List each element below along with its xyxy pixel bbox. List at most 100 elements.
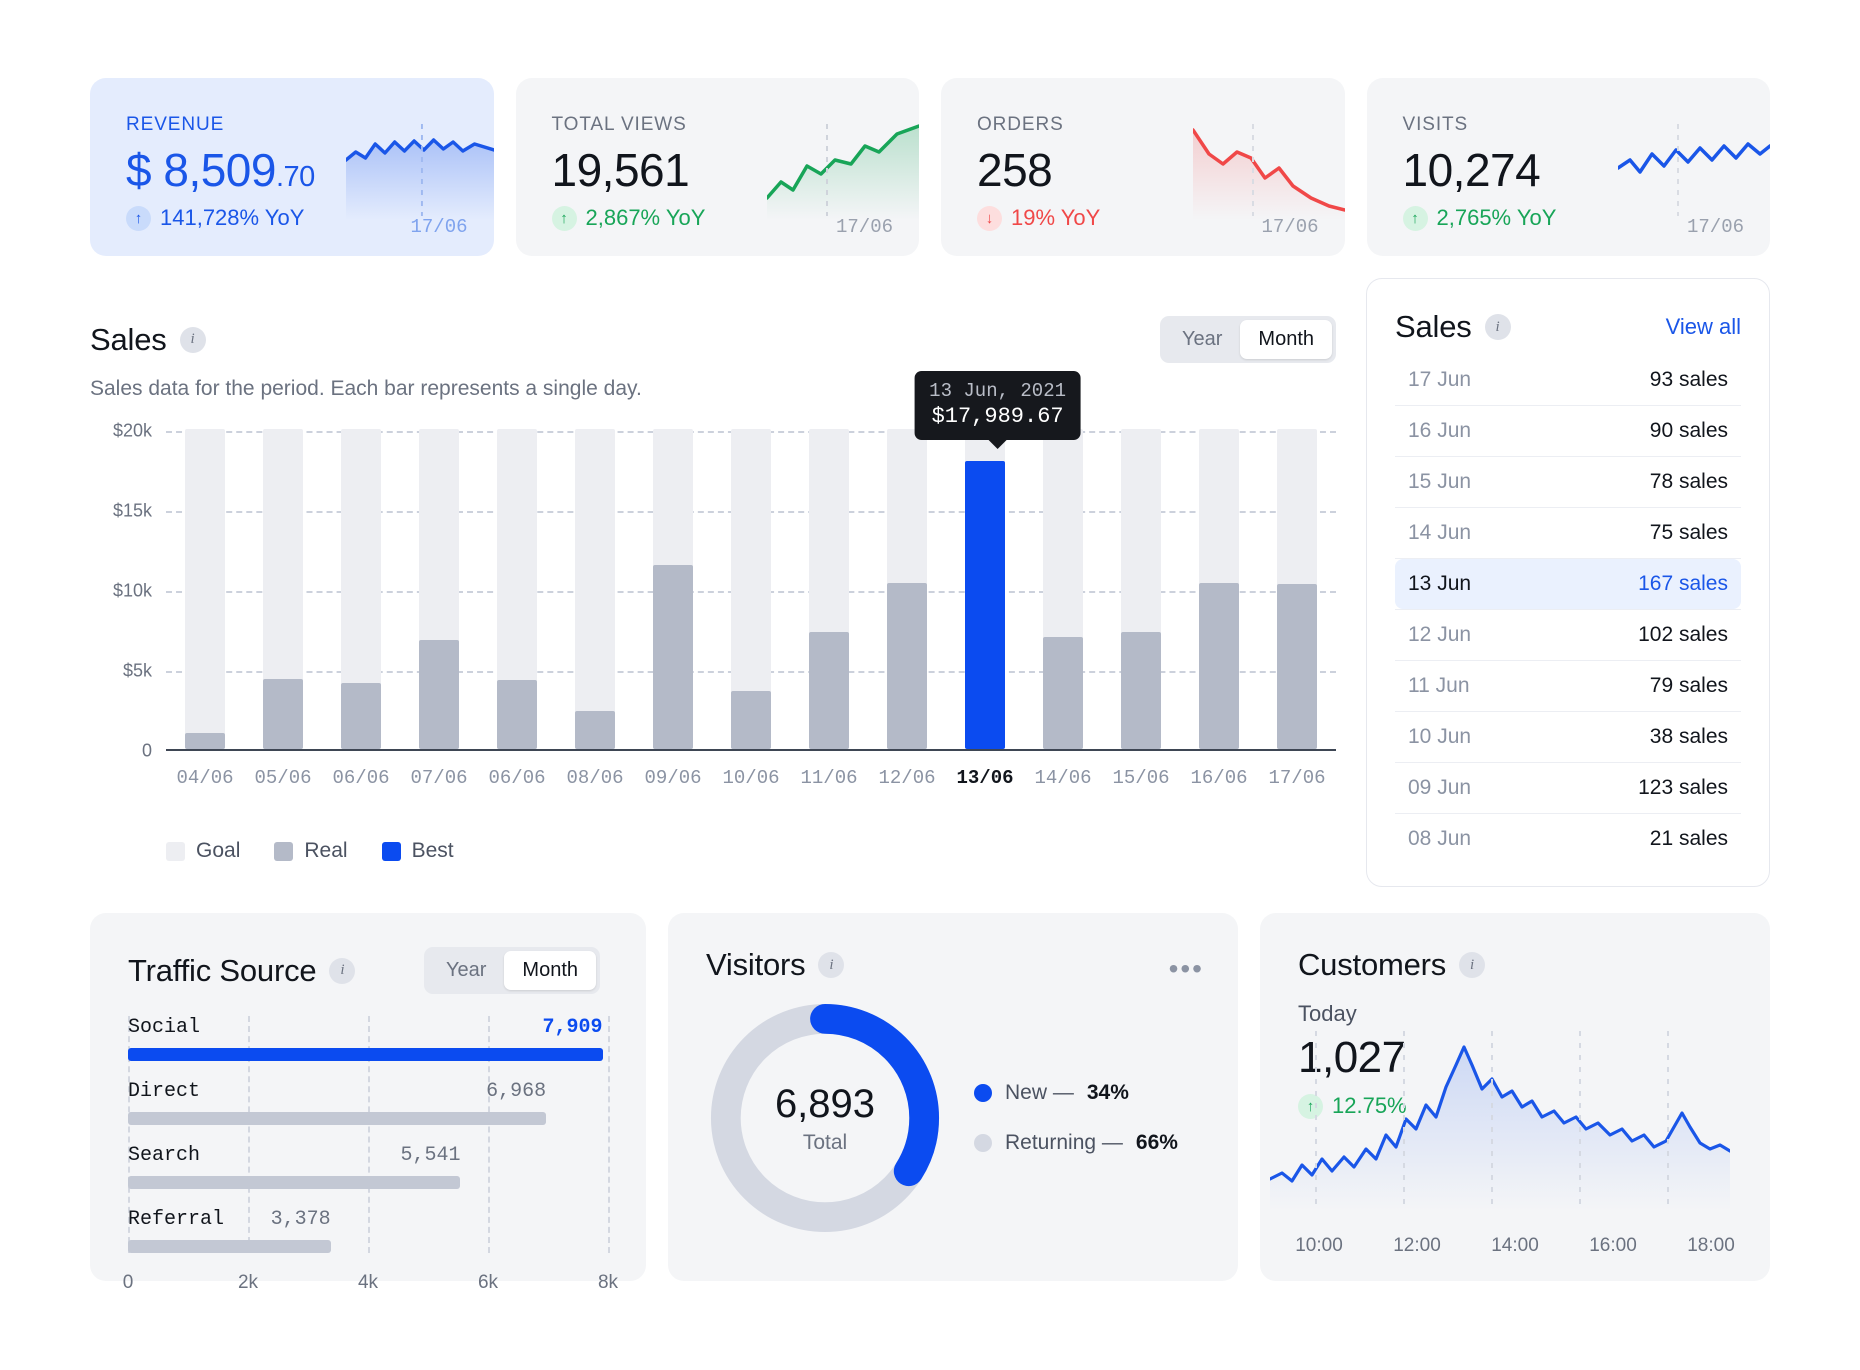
bar-slot[interactable] (634, 429, 712, 749)
kpi-card-orders[interactable]: ORDERS 258 ↓ 19% YoY 17/06 (941, 78, 1345, 256)
traffic-item[interactable]: Search 5,541 (128, 1144, 608, 1189)
list-item[interactable]: 11 Jun 79 sales (1395, 661, 1741, 711)
list-item[interactable]: 17 Jun 93 sales (1395, 355, 1741, 405)
bar-slot[interactable] (712, 429, 790, 749)
bar-slot[interactable] (868, 429, 946, 749)
list-item[interactable]: 12 Jun 102 sales (1395, 610, 1741, 660)
x-axis: 04/06 05/06 06/06 07/06 06/06 08/06 09/06 10/06… (166, 767, 1336, 789)
kpi-delta-label: 2,765% YoY (1436, 205, 1557, 231)
list-item-date: 15 Jun (1408, 470, 1472, 493)
customers-axis-tick: 14:00 (1491, 1235, 1539, 1256)
bar-slot[interactable] (1180, 429, 1258, 749)
bar-slot[interactable] (400, 429, 478, 749)
traffic-item-name: Direct (128, 1080, 201, 1103)
toggle-month[interactable]: Month (1240, 320, 1332, 359)
list-item[interactable]: 08 Jun 21 sales (1395, 814, 1741, 864)
x-axis-label: 17/06 (1268, 767, 1326, 789)
traffic-item-value: 7,909 (542, 1016, 603, 1039)
sales-list: 17 Jun 93 sales 16 Jun 90 sales 15 Jun 78 sal… (1395, 355, 1741, 864)
bar-slot[interactable] (790, 429, 868, 749)
kpi-value-cents: .70 (275, 161, 315, 193)
list-item[interactable]: 10 Jun 38 sales (1395, 712, 1741, 762)
list-item-date: 14 Jun (1408, 521, 1472, 544)
bar-slot[interactable] (322, 429, 400, 749)
bar-slot[interactable] (1258, 429, 1336, 749)
x-axis-label: 05/06 (254, 767, 312, 789)
arrow-up-icon: ↑ (551, 205, 577, 231)
sales-subtitle: Sales data for the period. Each bar repr… (90, 377, 642, 400)
legend-label: Goal (196, 839, 241, 862)
bar-real (575, 710, 615, 749)
traffic-source-panel: Traffic Source i Year Month Social 7,909 D… (90, 913, 646, 1293)
traffic-item-value: 6,968 (486, 1080, 547, 1103)
view-all-link[interactable]: View all (1666, 314, 1741, 340)
legend-item-goal: Goal (166, 839, 240, 863)
bar-slot[interactable] (166, 429, 244, 749)
sparkline-revenue (345, 124, 494, 220)
list-item[interactable]: 13 Jun 167 sales (1395, 559, 1741, 609)
list-item-value: 78 sales (1649, 470, 1728, 493)
bar-real (341, 683, 381, 749)
kpi-card-visits[interactable]: VISITS 10,274 ↑ 2,765% YoY 17/06 (1366, 78, 1770, 256)
traffic-item[interactable]: Referral 3,378 (128, 1208, 608, 1253)
bar-slot[interactable] (1102, 429, 1180, 749)
list-item[interactable]: 16 Jun 90 sales (1395, 406, 1741, 456)
chart-tooltip: 13 Jun, 2021 $17,989.67 (914, 371, 1082, 450)
visitors-body: 6,893 Total New — 34% Returning — 66% (706, 999, 1200, 1237)
more-options-icon[interactable]: ••• (1169, 953, 1204, 985)
donut-center: 6,893 Total (706, 999, 944, 1237)
toggle-year[interactable]: Year (1164, 320, 1240, 359)
list-item[interactable]: 14 Jun 75 sales (1395, 508, 1741, 558)
traffic-axis-tick: 2k (237, 1272, 259, 1293)
info-icon[interactable]: i (179, 326, 206, 353)
bar-slot[interactable] (478, 429, 556, 749)
traffic-period-toggle[interactable]: Year Month (423, 947, 600, 994)
kpi-card-revenue[interactable]: REVENUE $ 8,509.70 ↑ 141,728% YoY 17/06 (90, 78, 494, 256)
bar-real (185, 733, 225, 749)
legend-label-returning: Returning — (1005, 1131, 1123, 1154)
sales-chart-card: Sales i Year Month Sales data for the pe… (90, 278, 1344, 863)
bar-slot[interactable] (556, 429, 634, 749)
list-item-value: 167 sales (1638, 572, 1728, 595)
list-item[interactable]: 15 Jun 78 sales (1395, 457, 1741, 507)
traffic-bar-track (128, 1176, 608, 1189)
traffic-axis: 0 2k 4k 6k 8k (123, 1272, 618, 1298)
traffic-item[interactable]: Direct 6,968 (128, 1080, 608, 1125)
info-icon[interactable]: i (818, 952, 845, 978)
traffic-axis-tick: 8k (597, 1272, 619, 1293)
bar-slot[interactable] (1024, 429, 1102, 749)
visitors-donut: 6,893 Total (706, 999, 944, 1237)
sales-list-card: Sales i View all 17 Jun 93 sales 16 Jun 90 … (1366, 278, 1770, 887)
toggle-year[interactable]: Year (428, 951, 504, 990)
traffic-gridline (608, 1016, 610, 1253)
y-axis-tick: $10k (112, 580, 152, 601)
bar-real (887, 582, 927, 749)
x-axis-label: 15/06 (1112, 767, 1170, 789)
list-item[interactable]: 09 Jun 123 sales (1395, 763, 1741, 813)
sales-period-toggle[interactable]: Year Month (1159, 316, 1336, 363)
x-axis-label: 12/06 (878, 767, 936, 789)
bar-slot[interactable] (244, 429, 322, 749)
traffic-axis-tick: 4k (357, 1272, 379, 1293)
info-icon[interactable]: i (1459, 952, 1486, 978)
visitors-title: Visitors (706, 947, 806, 982)
toggle-month[interactable]: Month (504, 951, 596, 990)
customers-today-label: Today (1298, 1001, 1357, 1026)
list-item-date: 17 Jun (1408, 368, 1472, 391)
x-axis-label: 13/06 (956, 767, 1014, 789)
bar-slot[interactable] (946, 429, 1024, 749)
kpi-card-total-views[interactable]: TOTAL VIEWS 19,561 ↑ 2,867% YoY 17/06 (515, 78, 919, 256)
info-icon[interactable]: i (329, 957, 356, 984)
bar-real (263, 678, 303, 749)
customers-line-chart (1270, 1031, 1730, 1211)
traffic-item[interactable]: Social 7,909 (128, 1016, 608, 1061)
list-item-value: 123 sales (1638, 776, 1728, 799)
legend-pct-new: 34% (1086, 1081, 1129, 1104)
dashboard-root: REVENUE $ 8,509.70 ↑ 141,728% YoY 17/06 … (0, 0, 1860, 1370)
list-item-value: 93 sales (1649, 368, 1728, 391)
y-axis-tick: $15k (112, 500, 152, 521)
sales-chart: 0 $5k $10k $15k $20k 13 Jun, 2021 $17,989.67… (90, 371, 1344, 791)
x-axis-label: 16/06 (1190, 767, 1248, 789)
info-icon[interactable]: i (1484, 314, 1511, 340)
kpi-delta-label: 2,867% YoY (585, 205, 706, 231)
